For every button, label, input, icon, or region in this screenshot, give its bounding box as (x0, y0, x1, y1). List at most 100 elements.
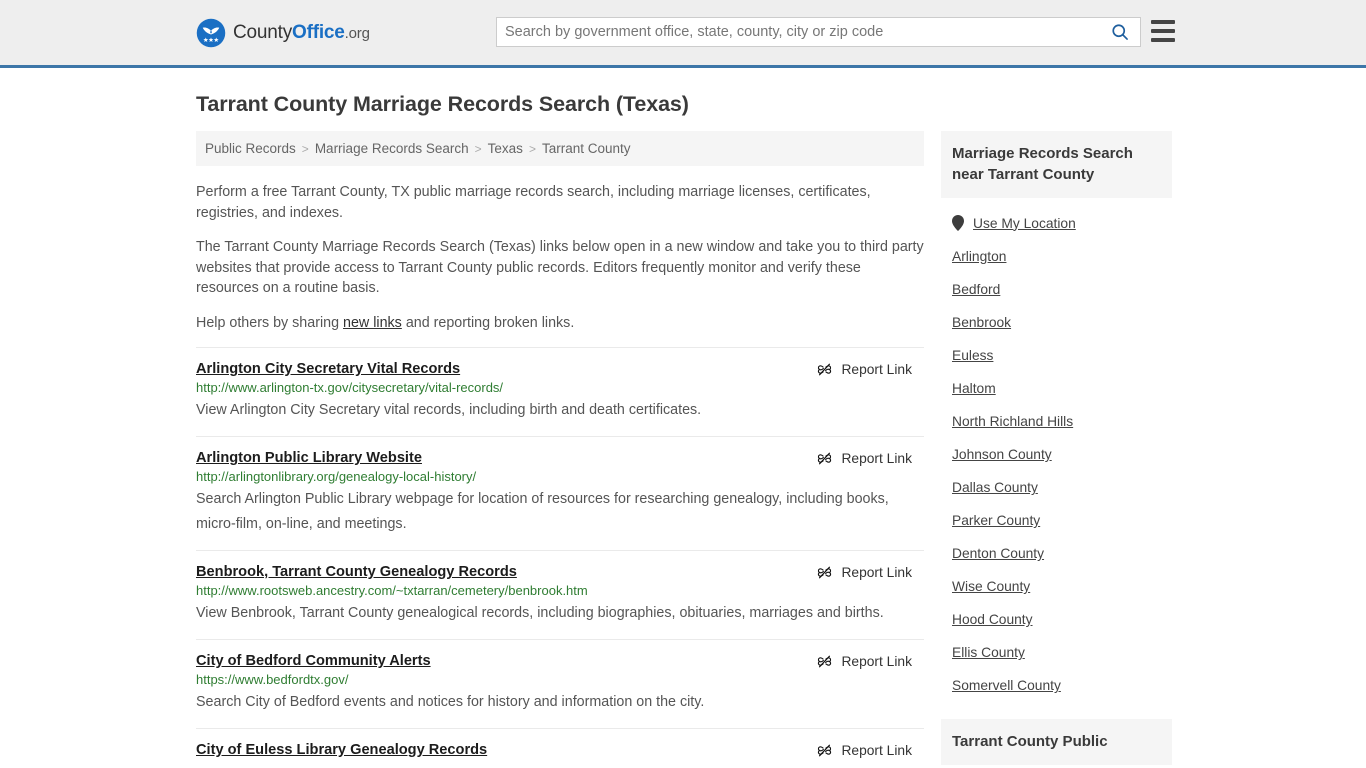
resource-link-list: Arlington City Secretary Vital Records h… (196, 347, 924, 768)
sidebar-item-label: Parker County (952, 513, 1041, 528)
sidebar-item-north-richland-hills[interactable]: North Richland Hills (952, 405, 1172, 438)
resource-description: View Arlington City Secretary vital reco… (196, 402, 702, 418)
resource-title-link[interactable]: Benbrook, Tarrant County Genealogy Recor… (196, 564, 517, 580)
eagle-seal-icon (196, 18, 226, 47)
sidebar-item-label: Johnson County (952, 447, 1052, 462)
sidebar-item-parker-county[interactable]: Parker County (952, 504, 1172, 537)
sidebar-box-nearby: Marriage Records Search near Tarrant Cou… (941, 131, 1172, 702)
resource-description: View Benbrook, Tarrant County genealogic… (196, 605, 884, 621)
report-link-button[interactable]: Report Link (816, 361, 912, 378)
sidebar-item-ellis-county[interactable]: Ellis County (952, 636, 1172, 669)
breadcrumb-item-public-records[interactable]: Public Records (205, 141, 296, 156)
list-item: Arlington Public Library Website http://… (196, 436, 924, 550)
sidebar-item-dallas-county[interactable]: Dallas County (952, 471, 1172, 504)
intro-paragraph-3: Help others by sharing new links and rep… (196, 313, 924, 334)
report-link-label: Report Link (841, 362, 912, 377)
broken-link-icon (818, 566, 832, 579)
intro-p3-after: and reporting broken links. (401, 314, 575, 331)
resource-description: Search Arlington Public Library webpage … (196, 491, 889, 532)
main-content: Public Records > Marriage Records Search… (196, 131, 924, 768)
sidebar-item-label: Euless (952, 348, 994, 363)
list-item: City of Bedford Community Alerts https:/… (196, 639, 924, 728)
breadcrumb-item-marriage-records-search[interactable]: Marriage Records Search (315, 141, 469, 156)
sidebar-item-label: Somervell County (952, 678, 1061, 693)
sidebar-item-haltom[interactable]: Haltom (952, 372, 1172, 405)
report-link-label: Report Link (841, 565, 912, 580)
list-item: City of Euless Library Genealogy Records… (196, 728, 924, 768)
sidebar-item-label: Wise County (952, 579, 1031, 594)
report-link-button[interactable]: Report Link (816, 742, 912, 759)
list-item: Benbrook, Tarrant County Genealogy Recor… (196, 550, 924, 639)
sidebar-item-johnson-county[interactable]: Johnson County (952, 438, 1172, 471)
intro-paragraph-1: Perform a free Tarrant County, TX public… (196, 184, 871, 221)
search-bar (496, 17, 1141, 47)
sidebar-item-label: Benbrook (952, 315, 1012, 330)
broken-link-icon (818, 655, 832, 668)
intro-p3-before: Help others by sharing (196, 314, 344, 331)
sidebar-box-header: Marriage Records Search near Tarrant Cou… (941, 131, 1172, 198)
sidebar-item-euless[interactable]: Euless (952, 339, 1172, 372)
sidebar-item-arlington[interactable]: Arlington (952, 240, 1172, 273)
sidebar-box-header: Tarrant County Public (941, 719, 1172, 765)
breadcrumb-separator: > (528, 141, 536, 156)
hamburger-bar-3 (1151, 38, 1175, 42)
resource-url: http://arlingtonlibrary.org/genealogy-lo… (196, 469, 477, 484)
resource-description: Search City of Bedford events and notice… (196, 694, 705, 710)
intro-text: Perform a free Tarrant County, TX public… (196, 182, 924, 333)
breadcrumb-separator: > (301, 141, 309, 156)
sidebar-item-denton-county[interactable]: Denton County (952, 537, 1172, 570)
sidebar-item-wise-county[interactable]: Wise County (952, 570, 1172, 603)
resource-title-link[interactable]: City of Euless Library Genealogy Records (196, 742, 487, 758)
logo-text-org: .org (344, 25, 370, 42)
sidebar-item-somervell-county[interactable]: Somervell County (952, 669, 1172, 702)
sidebar-item-label: Bedford (952, 282, 1001, 297)
site-header: CountyOffice.org (0, 0, 1366, 68)
sidebar-item-label: North Richland Hills (952, 414, 1074, 429)
sidebar-item-label: Use My Location (973, 215, 1076, 231)
report-link-label: Report Link (841, 743, 912, 758)
sidebar-link-list: Use My Location Arlington Bedford Benbro… (941, 198, 1172, 702)
search-input[interactable] (497, 18, 1100, 46)
sidebar-item-label: Ellis County (952, 645, 1025, 660)
sidebar-item-benbrook[interactable]: Benbrook (952, 306, 1172, 339)
content-row: Public Records > Marriage Records Search… (196, 131, 1172, 768)
sidebar-item-label: Arlington (952, 249, 1007, 264)
resource-title-link[interactable]: Arlington City Secretary Vital Records (196, 361, 460, 377)
report-link-label: Report Link (841, 654, 912, 669)
search-button[interactable] (1100, 18, 1140, 46)
intro-paragraph-2: The Tarrant County Marriage Records Sear… (196, 239, 924, 296)
broken-link-icon (818, 452, 832, 465)
report-link-button[interactable]: Report Link (816, 564, 912, 581)
sidebar-box-public-records: Tarrant County Public (941, 719, 1172, 765)
resource-title-link[interactable]: City of Bedford Community Alerts (196, 653, 431, 669)
resource-title-link[interactable]: Arlington Public Library Website (196, 450, 422, 466)
resource-url: https://www.bedfordtx.gov/ (196, 672, 349, 687)
sidebar: Marriage Records Search near Tarrant Cou… (941, 131, 1172, 765)
site-logo[interactable]: CountyOffice.org (196, 18, 370, 48)
report-link-button[interactable]: Report Link (816, 450, 912, 467)
search-icon (1112, 24, 1128, 40)
sidebar-item-label: Dallas County (952, 480, 1038, 495)
hamburger-bar-1 (1151, 20, 1175, 24)
hamburger-bar-2 (1151, 29, 1175, 33)
new-links-link[interactable]: new links (343, 315, 402, 331)
breadcrumb-item-tarrant-county[interactable]: Tarrant County (542, 141, 631, 156)
logo-text-county: County (233, 22, 293, 43)
list-item: Arlington City Secretary Vital Records h… (196, 347, 924, 436)
resource-url: http://www.arlington-tx.gov/citysecretar… (196, 380, 504, 395)
breadcrumb-separator: > (474, 141, 482, 156)
sidebar-item-label: Denton County (952, 546, 1045, 561)
logo-text-office: Office (292, 22, 345, 43)
breadcrumb-item-texas[interactable]: Texas (488, 141, 523, 156)
sidebar-item-label: Haltom (952, 381, 996, 396)
resource-url: http://www.rootsweb.ancestry.com/~txtarr… (196, 583, 588, 598)
page-title: Tarrant County Marriage Records Search (… (196, 92, 689, 116)
map-pin-icon (952, 215, 964, 231)
hamburger-menu-icon[interactable] (1151, 20, 1175, 42)
breadcrumb: Public Records > Marriage Records Search… (196, 131, 924, 166)
sidebar-item-bedford[interactable]: Bedford (952, 273, 1172, 306)
sidebar-item-use-my-location[interactable]: Use My Location (952, 206, 1172, 240)
report-link-button[interactable]: Report Link (816, 653, 912, 670)
sidebar-item-hood-county[interactable]: Hood County (952, 603, 1172, 636)
broken-link-icon (818, 363, 832, 376)
